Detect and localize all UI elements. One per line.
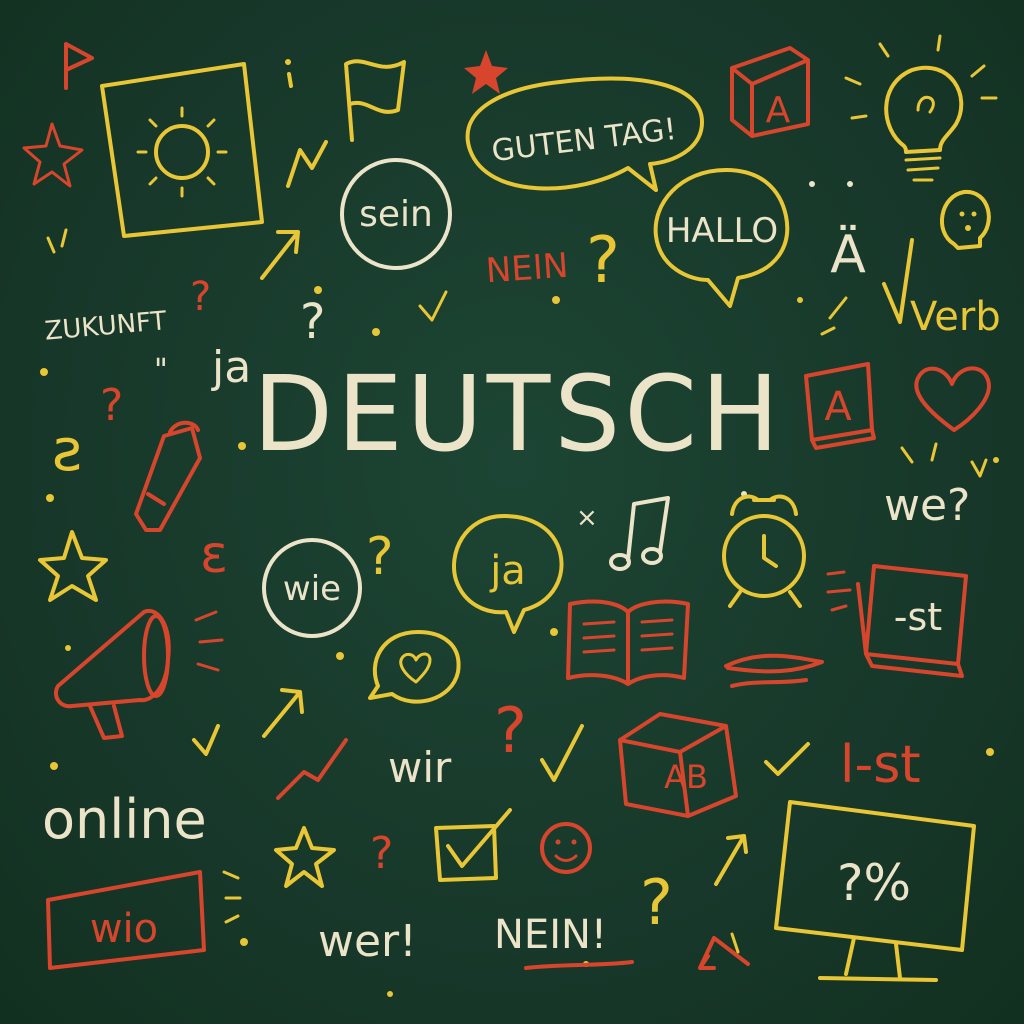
arrow-icon <box>262 688 304 738</box>
open-book-icon <box>566 599 690 686</box>
word-verb: Verb <box>910 294 1001 340</box>
tick-mark <box>46 228 68 254</box>
dash-marks <box>826 570 852 612</box>
check-mark <box>540 724 584 782</box>
check-mark <box>192 724 220 756</box>
title-deutsch: DEUTSCH <box>253 353 783 475</box>
arrow-down-icon <box>698 932 750 970</box>
quote-mark: " <box>154 353 168 388</box>
chalkboard-illustration: DEUTSCH GUTEN TAG! A sein HALLO NEIN ? Ä… <box>0 0 1024 1024</box>
arrow-icon <box>260 230 300 280</box>
lightbulb-icon <box>844 34 998 182</box>
question-mark-red-center: ? <box>494 694 527 767</box>
word-nein-bottom: NEIN! <box>494 912 607 958</box>
check-mark <box>418 290 448 322</box>
suffix-card-icon: -st <box>856 564 968 678</box>
verb-check: Verb <box>882 238 1001 340</box>
word-wer: wer! <box>318 916 417 967</box>
umlaut-letter: Ä <box>830 224 866 285</box>
question-mark-cream: ? <box>300 294 325 350</box>
word-online: online <box>42 788 207 851</box>
question-mark-big-bottom: ? <box>640 866 673 939</box>
speech-bubble-heart <box>368 630 461 704</box>
squiggle-note <box>286 140 328 188</box>
monitor-icon: ?% <box>774 800 976 982</box>
underline <box>524 960 634 970</box>
star-icon <box>22 122 84 188</box>
checkbox-icon <box>434 808 512 882</box>
question-mark: ? <box>586 224 620 298</box>
word-nein-top: NEIN <box>485 246 570 292</box>
smiley-icon <box>540 822 592 874</box>
word-wie: wie <box>283 569 341 609</box>
speech-bubble-guten-tag: GUTEN TAG! <box>465 76 704 192</box>
arrow-icon <box>714 834 748 886</box>
word-zukunft: ZUKUNFT <box>43 306 167 347</box>
word-wio: wio <box>90 906 158 952</box>
book-letter-a: A <box>824 384 852 430</box>
star-outline-icon <box>38 530 108 602</box>
doodle-canvas: DEUTSCH GUTEN TAG! A sein HALLO NEIN ? Ä… <box>22 34 1001 997</box>
sun-frame-icon <box>100 62 264 238</box>
greeting-hallo: HALLO <box>666 211 778 251</box>
greeting-guten-tag: GUTEN TAG! <box>490 112 679 169</box>
swoosh-lines <box>724 653 824 688</box>
music-note-icon <box>609 496 670 571</box>
speech-bubble-ja: ja <box>452 514 564 634</box>
word-ja-left: ja <box>211 342 251 393</box>
heart-icon <box>914 366 991 432</box>
star-filled-icon <box>464 50 508 94</box>
word-sein: sein <box>359 194 433 235</box>
question-mark-red-left: ? <box>100 380 123 431</box>
star-outline-icon <box>274 826 336 888</box>
question-mark-red-bottom: ? <box>370 828 393 879</box>
letter-book-icon: A <box>804 362 876 450</box>
epsilon-glyph: ε <box>200 525 228 585</box>
dash-marks <box>222 870 242 924</box>
zigzag-line <box>276 738 348 800</box>
question-mirrored: ƨ <box>52 416 82 484</box>
megaphone-icon <box>53 608 224 740</box>
question-mark-yel: ? <box>366 527 394 587</box>
word-bubble-wie: wie <box>262 538 362 638</box>
flag-icon <box>344 59 406 142</box>
word-ja-bubble: ja <box>489 548 526 594</box>
check-mark <box>764 742 810 776</box>
word-box-wio: wio <box>46 870 206 970</box>
word-bubble-sein: sein <box>340 158 452 270</box>
tick-mark <box>900 442 988 478</box>
question-mark-red: ? <box>190 274 211 320</box>
small-bulb-face-icon <box>939 189 991 250</box>
cross-mark: × <box>576 503 598 533</box>
cube-letters-ab: AB <box>664 758 708 796</box>
alarm-clock-icon <box>722 494 806 608</box>
letter-cube-ab-icon: AB <box>618 712 738 818</box>
speech-bubble-hallo: HALLO <box>653 168 790 308</box>
suffix-st-card: -st <box>894 595 942 639</box>
letter-cube-icon: A <box>730 46 810 138</box>
exclamation-icon <box>285 59 293 88</box>
crayon-icon <box>134 420 202 532</box>
monitor-symbols: ?% <box>837 854 911 912</box>
word-wir: wir <box>388 743 452 792</box>
cube-letter-a: A <box>766 90 791 131</box>
tick-mark <box>820 296 848 336</box>
suffix-st-right: l-st <box>840 735 921 795</box>
pennant-flag-icon <box>64 42 94 90</box>
word-we-question: we? <box>884 480 970 531</box>
